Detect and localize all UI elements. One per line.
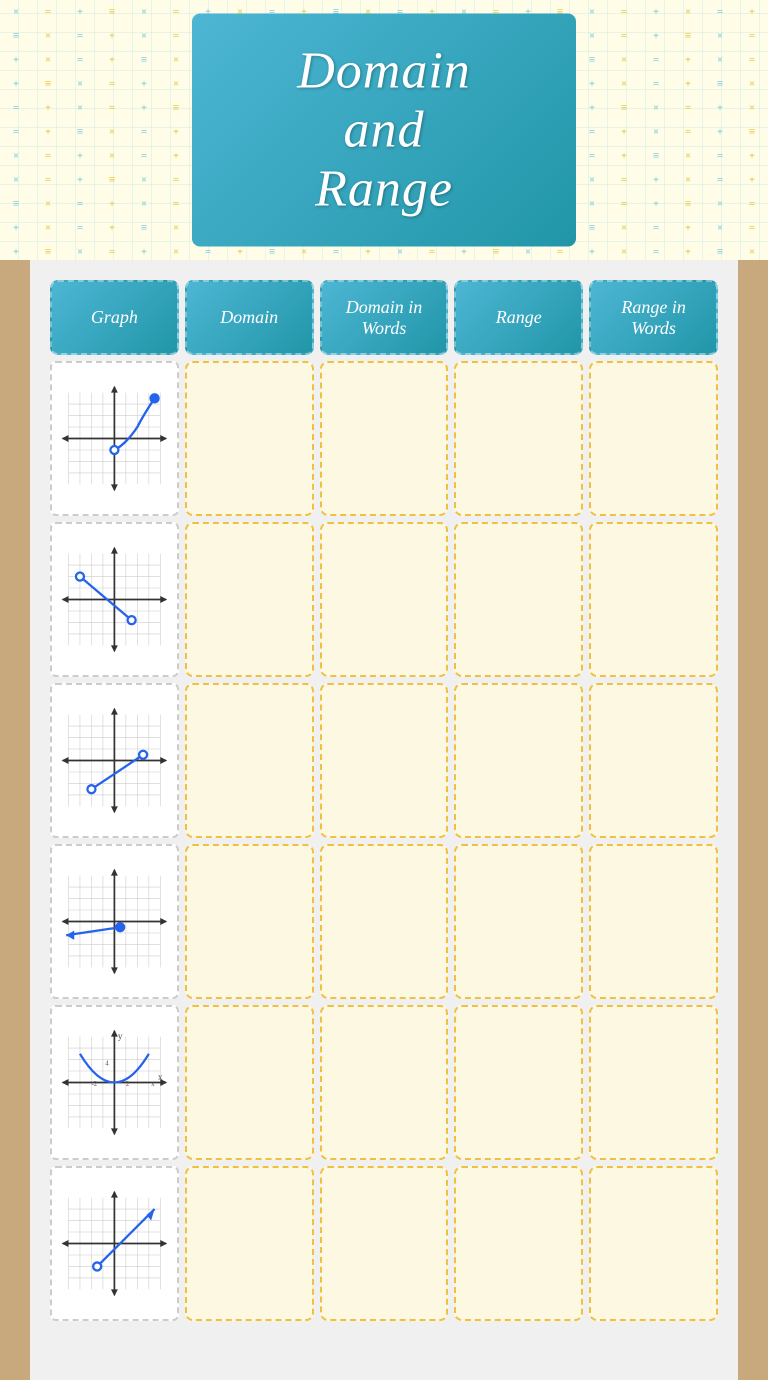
answer-range-6[interactable]: [454, 1166, 583, 1321]
answer-domain-words-2[interactable]: [320, 522, 449, 677]
graph-4: [50, 844, 179, 999]
answer-range-words-6[interactable]: [589, 1166, 718, 1321]
answer-range-4[interactable]: [454, 844, 583, 999]
svg-text:y: y: [118, 1031, 123, 1041]
table-row: [50, 683, 718, 838]
answer-domain-words-5[interactable]: [320, 1005, 449, 1160]
answer-domain-2[interactable]: [185, 522, 314, 677]
col-header-range-words: Range in Words: [589, 280, 718, 355]
table-row: y x 4 -2 2 x: [50, 1005, 718, 1160]
answer-range-words-2[interactable]: [589, 522, 718, 677]
answer-range-words-3[interactable]: [589, 683, 718, 838]
header-background: ×=+≡×=+×=+≡×=+×=+≡×=+×=+≡×=+×=+≡×=+×=+≡×…: [0, 0, 768, 260]
col-header-domain: Domain: [185, 280, 314, 355]
table: Graph Domain Domain in Words Range Range…: [50, 280, 718, 1321]
answer-domain-words-4[interactable]: [320, 844, 449, 999]
svg-text:-2: -2: [91, 1081, 97, 1088]
graph-2: [50, 522, 179, 677]
answer-range-words-4[interactable]: [589, 844, 718, 999]
title-banner: Domain and Range: [192, 14, 576, 247]
answer-domain-words-1[interactable]: [320, 361, 449, 516]
col-header-graph: Graph: [50, 280, 179, 355]
answer-range-3[interactable]: [454, 683, 583, 838]
col-header-domain-words: Domain in Words: [320, 280, 449, 355]
graph-5: y x 4 -2 2 x: [50, 1005, 179, 1160]
table-row: [50, 844, 718, 999]
table-row: [50, 522, 718, 677]
page-title: Domain and Range: [297, 43, 471, 218]
graph-1: [50, 361, 179, 516]
answer-range-2[interactable]: [454, 522, 583, 677]
main-content: Graph Domain Domain in Words Range Range…: [30, 260, 738, 1380]
answer-range-5[interactable]: [454, 1005, 583, 1160]
answer-domain-words-6[interactable]: [320, 1166, 449, 1321]
answer-domain-3[interactable]: [185, 683, 314, 838]
answer-range-words-5[interactable]: [589, 1005, 718, 1160]
table-row: [50, 361, 718, 516]
answer-domain-1[interactable]: [185, 361, 314, 516]
svg-text:x: x: [151, 1081, 155, 1088]
answer-domain-6[interactable]: [185, 1166, 314, 1321]
graph-3: [50, 683, 179, 838]
svg-text:4: 4: [105, 1060, 109, 1067]
answer-domain-5[interactable]: [185, 1005, 314, 1160]
graph-6: [50, 1166, 179, 1321]
answer-domain-words-3[interactable]: [320, 683, 449, 838]
svg-text:x: x: [158, 1072, 163, 1082]
answer-domain-4[interactable]: [185, 844, 314, 999]
answer-range-1[interactable]: [454, 361, 583, 516]
table-header: Graph Domain Domain in Words Range Range…: [50, 280, 718, 355]
answer-range-words-1[interactable]: [589, 361, 718, 516]
table-row: [50, 1166, 718, 1321]
svg-text:2: 2: [126, 1081, 130, 1088]
col-header-range: Range: [454, 280, 583, 355]
